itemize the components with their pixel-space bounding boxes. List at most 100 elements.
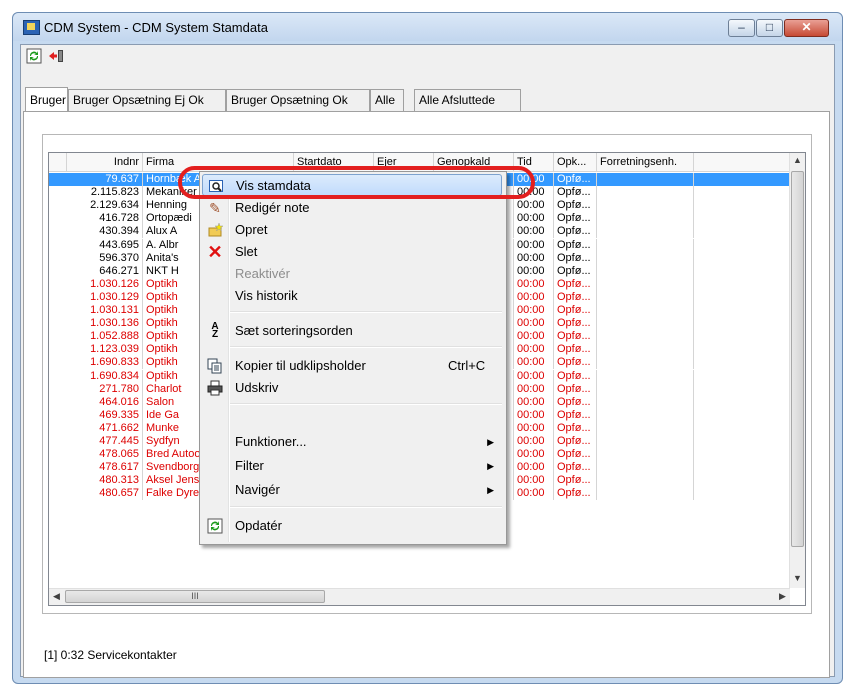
menu-item-vis-historik[interactable]: Vis historik bbox=[202, 285, 502, 307]
copy-icon bbox=[206, 358, 224, 374]
cell-opk: Opfø... bbox=[554, 317, 597, 331]
menu-item-udskriv[interactable]: Udskriv bbox=[202, 377, 502, 399]
cell-indnr: 1.030.126 bbox=[67, 277, 143, 291]
maximize-button[interactable]: □ bbox=[756, 19, 783, 37]
menu-separator bbox=[230, 506, 502, 508]
scroll-left-arrow[interactable]: ◀ bbox=[49, 591, 64, 602]
cell-opk: Opfø... bbox=[554, 225, 597, 239]
cell-forretningsenh bbox=[597, 421, 694, 435]
cell-opk: Opfø... bbox=[554, 251, 597, 265]
cell-opk: Opfø... bbox=[554, 382, 597, 396]
cell-indnr: 1.030.136 bbox=[67, 317, 143, 331]
tab-alle[interactable]: Alle bbox=[370, 89, 404, 111]
cell-tid: 00:00 bbox=[514, 382, 554, 396]
cell-forretningsenh bbox=[597, 225, 694, 239]
tab-bruger[interactable]: Bruger bbox=[25, 87, 68, 111]
cell-opk: Opfø... bbox=[554, 238, 597, 252]
menu-item-reaktiver[interactable]: Reaktivér bbox=[202, 263, 502, 285]
header-forretningsenh[interactable]: Forretningsenh. bbox=[597, 153, 694, 171]
cell-tid: 00:00 bbox=[514, 277, 554, 291]
header-indnr[interactable]: Indnr bbox=[67, 153, 143, 171]
menu-label: Vis historik bbox=[235, 288, 298, 303]
menu-item-filter[interactable]: Filter ▶ bbox=[202, 455, 502, 477]
cell-opk: Opfø... bbox=[554, 199, 597, 213]
menu-label: Sæt sorteringsorden bbox=[235, 323, 353, 338]
cell-tid: 00:00 bbox=[514, 317, 554, 331]
submenu-arrow-icon: ▶ bbox=[487, 437, 494, 447]
cell-opk: Opfø... bbox=[554, 264, 597, 278]
cell-tid: 00:00 bbox=[514, 225, 554, 239]
cell-forretningsenh bbox=[597, 186, 694, 200]
scroll-down-arrow[interactable]: ▼ bbox=[790, 573, 805, 583]
cell-opk: Opfø... bbox=[554, 435, 597, 448]
cell-tid: 00:00 bbox=[514, 435, 554, 448]
cell-opk: Opfø... bbox=[554, 173, 597, 186]
cell-indnr: 1.052.888 bbox=[67, 330, 143, 344]
minimize-button[interactable]: – bbox=[728, 19, 755, 37]
cell-indnr: 430.394 bbox=[67, 225, 143, 239]
menu-item-saet-sorteringsorden[interactable]: AZ Sæt sorteringsorden bbox=[202, 320, 502, 342]
menu-item-naviger[interactable]: Navigér ▶ bbox=[202, 479, 502, 501]
scroll-up-arrow[interactable]: ▲ bbox=[790, 155, 805, 165]
cell-opk: Opfø... bbox=[554, 461, 597, 475]
cell-opk: Opfø... bbox=[554, 330, 597, 344]
cell-indnr: 2.115.823 bbox=[67, 186, 143, 200]
cell-opk: Opfø... bbox=[554, 290, 597, 304]
cell-forretningsenh bbox=[597, 251, 694, 265]
menu-item-rediger-note[interactable]: ✎ Redigér note bbox=[202, 197, 502, 219]
cell-forretningsenh bbox=[597, 304, 694, 317]
refresh-button[interactable] bbox=[25, 48, 43, 66]
cell-indnr: 469.335 bbox=[67, 408, 143, 422]
header-indicator bbox=[49, 153, 67, 171]
tab-bruger-opsaetning-ej-ok[interactable]: Bruger Opsætning Ej Ok bbox=[68, 89, 226, 111]
menu-label: Opdatér bbox=[235, 518, 282, 533]
exit-button[interactable] bbox=[47, 48, 65, 66]
title-bar[interactable]: CDM System - CDM System Stamdata – □ ✕ bbox=[13, 13, 842, 41]
horizontal-scrollbar[interactable]: ◀ III ▶ bbox=[49, 588, 790, 605]
cell-forretningsenh bbox=[597, 343, 694, 357]
menu-item-kopier[interactable]: Kopier til udklipsholder Ctrl+C bbox=[202, 355, 502, 377]
menu-item-opret[interactable]: Opret bbox=[202, 219, 502, 241]
cell-indnr: 480.657 bbox=[67, 487, 143, 501]
create-icon bbox=[206, 222, 224, 238]
cell-opk: Opfø... bbox=[554, 474, 597, 488]
vertical-scrollbar[interactable]: ▲ ▼ bbox=[789, 153, 805, 588]
cell-forretningsenh bbox=[597, 356, 694, 370]
cell-opk: Opfø... bbox=[554, 408, 597, 422]
cell-forretningsenh bbox=[597, 330, 694, 344]
cell-tid: 00:00 bbox=[514, 212, 554, 226]
menu-label: Reaktivér bbox=[235, 266, 290, 281]
header-opk[interactable]: Opk... bbox=[554, 153, 597, 171]
cell-indnr: 443.695 bbox=[67, 238, 143, 252]
menu-item-slet[interactable]: ✕ Slet bbox=[202, 241, 502, 263]
cell-tid: 00:00 bbox=[514, 487, 554, 501]
menu-item-funktioner[interactable]: Funktioner... ▶ bbox=[202, 431, 502, 453]
cell-tid: 00:00 bbox=[514, 395, 554, 409]
cell-tid: 00:00 bbox=[514, 199, 554, 213]
cell-forretningsenh bbox=[597, 199, 694, 213]
cell-opk: Opfø... bbox=[554, 395, 597, 409]
cell-indnr: 477.445 bbox=[67, 435, 143, 448]
close-button[interactable]: ✕ bbox=[784, 19, 829, 37]
cell-forretningsenh bbox=[597, 461, 694, 475]
vertical-scroll-thumb[interactable] bbox=[791, 171, 804, 547]
tab-bruger-opsaetning-ok[interactable]: Bruger Opsætning Ok bbox=[226, 89, 370, 111]
cell-tid: 00:00 bbox=[514, 448, 554, 462]
scroll-right-arrow[interactable]: ▶ bbox=[775, 591, 790, 602]
cell-indnr: 464.016 bbox=[67, 395, 143, 409]
cell-opk: Opfø... bbox=[554, 186, 597, 200]
menu-item-opdater[interactable]: Opdatér bbox=[202, 515, 502, 537]
horizontal-scroll-thumb[interactable]: III bbox=[65, 590, 325, 603]
cell-tid: 00:00 bbox=[514, 290, 554, 304]
cell-forretningsenh bbox=[597, 317, 694, 331]
cell-tid: 00:00 bbox=[514, 251, 554, 265]
tab-alle-afsluttede[interactable]: Alle Afsluttede bbox=[414, 89, 521, 111]
edit-note-icon: ✎ bbox=[209, 200, 221, 216]
submenu-arrow-icon: ▶ bbox=[487, 461, 494, 471]
cell-indnr: 480.313 bbox=[67, 474, 143, 488]
cell-tid: 00:00 bbox=[514, 421, 554, 435]
cell-indnr: 1.030.131 bbox=[67, 304, 143, 317]
cell-tid: 00:00 bbox=[514, 343, 554, 357]
menu-label: Navigér bbox=[235, 482, 280, 497]
cell-tid: 00:00 bbox=[514, 264, 554, 278]
